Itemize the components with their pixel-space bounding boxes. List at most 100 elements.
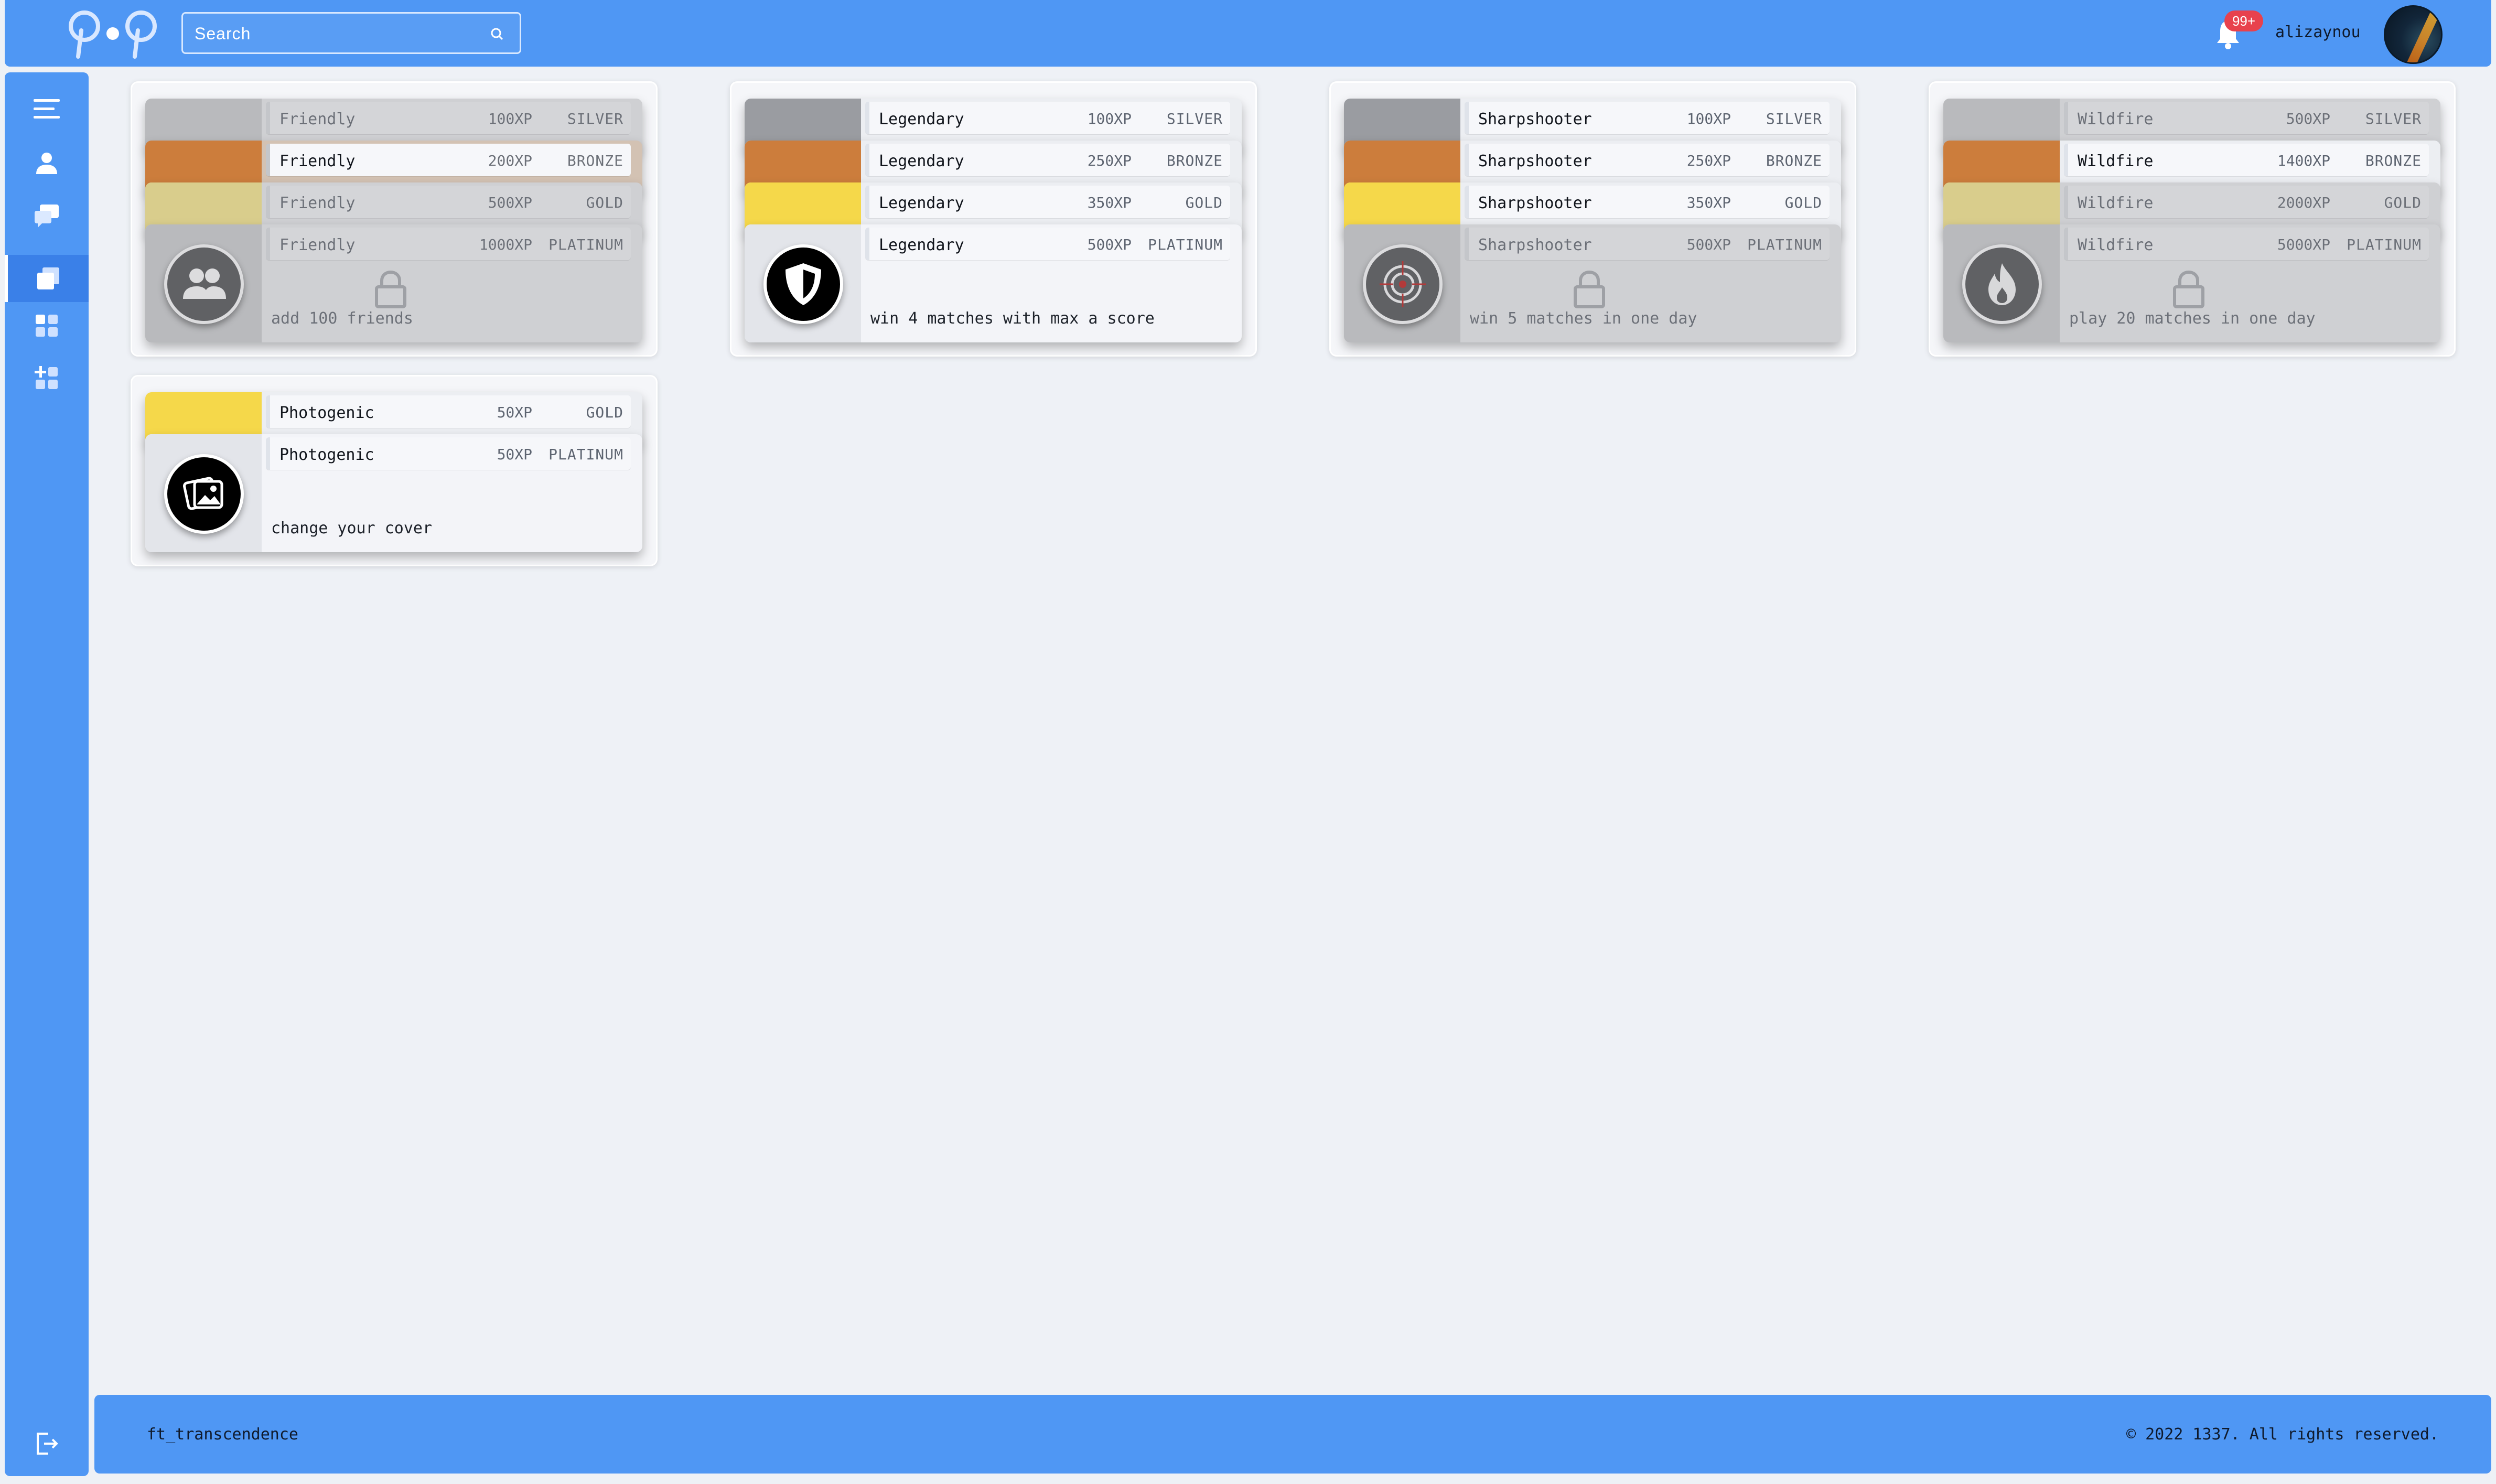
achievement-description: add 100 friends xyxy=(271,309,413,328)
achievement-header: Friendly 100XP SILVER xyxy=(266,102,631,134)
achievement-description: win 4 matches with max a score xyxy=(870,309,1155,328)
achievement-xp: 50XP xyxy=(497,446,532,463)
footer-project-name: ft_transcendence xyxy=(147,1425,298,1444)
achievement-tier: BRONZE xyxy=(567,152,623,169)
achievement-name: Legendary xyxy=(879,194,964,212)
achievement-name: Sharpshooter xyxy=(1478,236,1592,254)
achievement-xp: 100XP xyxy=(1087,110,1132,127)
sidebar-item-profile[interactable] xyxy=(5,139,89,187)
achievement-xp: 500XP xyxy=(1686,236,1731,253)
avatar[interactable] xyxy=(2384,5,2443,64)
sidebar-item-chat[interactable] xyxy=(5,192,89,239)
dashboard-icon[interactable] xyxy=(33,311,61,340)
achievement-name: Legendary xyxy=(879,110,964,128)
achievement-header: Legendary 100XP SILVER xyxy=(865,102,1230,134)
sidebar-item-dashboard[interactable] xyxy=(5,302,89,349)
achievement-emblem xyxy=(1363,244,1443,324)
achievement-tier: GOLD xyxy=(2384,194,2422,211)
achievement-xp: 100XP xyxy=(488,110,532,127)
achievement-card-sharpshooter-platinum[interactable]: Sharpshooter 500XP PLATINUM win 5 matche… xyxy=(1344,224,1841,342)
achievement-card-photogenic-platinum[interactable]: Photogenic 50XP PLATINUM change your cov… xyxy=(145,434,642,552)
sidebar-menu-toggle[interactable] xyxy=(5,85,89,133)
achievement-name: Wildfire xyxy=(2078,152,2154,170)
search-input[interactable]: Search xyxy=(195,24,251,44)
sidebar-item-achievements[interactable] xyxy=(5,255,89,302)
achievement-name: Photogenic xyxy=(279,404,374,422)
achievement-card-friendly-platinum[interactable]: Friendly 1000XP PLATINUM add 100 friends xyxy=(145,224,642,342)
achievement-tier: PLATINUM xyxy=(2347,236,2422,253)
profile-icon[interactable] xyxy=(33,149,61,177)
achievement-header: Friendly 200XP BRONZE xyxy=(266,144,631,176)
achievement-header: Legendary 500XP PLATINUM xyxy=(865,228,1230,260)
lock-icon xyxy=(1574,270,1605,308)
logout-icon[interactable] xyxy=(33,1429,61,1458)
achievement-name: Legendary xyxy=(879,152,964,170)
menu-icon[interactable] xyxy=(33,95,61,123)
images-icon xyxy=(183,477,223,510)
target-icon xyxy=(1380,261,1426,307)
achievement-emblem xyxy=(763,244,843,324)
achievement-card-legendary-platinum[interactable]: Legendary 500XP PLATINUM win 4 matches w… xyxy=(745,224,1242,342)
achievement-xp: 350XP xyxy=(1087,194,1132,211)
achievement-header: Sharpshooter 100XP SILVER xyxy=(1465,102,1830,134)
achievement-tier: GOLD xyxy=(1185,194,1223,211)
achievement-group-legendary: Legendary 100XP SILVER Legendary 250XP B… xyxy=(730,81,1257,357)
achievement-xp: 500XP xyxy=(488,194,532,211)
chat-icon[interactable] xyxy=(33,201,61,230)
achievement-tier: GOLD xyxy=(586,194,623,211)
achievement-name: Friendly xyxy=(279,236,356,254)
search-box[interactable]: Search xyxy=(181,12,521,54)
achievement-card-wildfire-platinum[interactable]: Wildfire 5000XP PLATINUM play 20 matches… xyxy=(1943,224,2440,342)
achievement-xp: 100XP xyxy=(1686,110,1731,127)
achievement-description: win 5 matches in one day xyxy=(1470,309,1697,328)
achievement-name: Wildfire xyxy=(2078,236,2154,254)
achievement-header: Wildfire 5000XP PLATINUM xyxy=(2064,228,2429,260)
achievement-xp: 2000XP xyxy=(2277,194,2330,211)
search-icon[interactable] xyxy=(488,25,507,44)
achievement-emblem xyxy=(164,244,244,324)
flame-icon xyxy=(1988,263,2016,305)
achievement-tier: PLATINUM xyxy=(1747,236,1822,253)
achievement-emblem xyxy=(1962,244,2042,324)
achievement-xp: 500XP xyxy=(2286,110,2330,127)
achievement-tier: GOLD xyxy=(1784,194,1822,211)
achievement-xp: 5000XP xyxy=(2277,236,2330,253)
achievement-tier: GOLD xyxy=(586,404,623,421)
achievement-header: Friendly 500XP GOLD xyxy=(266,186,631,218)
achievement-name: Friendly xyxy=(279,194,356,212)
footer-copyright: © 2022 1337. All rights reserved. xyxy=(2126,1425,2439,1444)
achievement-name: Wildfire xyxy=(2078,110,2154,128)
achievement-tier: BRONZE xyxy=(1166,152,1223,169)
achievement-header: Photogenic 50XP GOLD xyxy=(266,395,631,428)
lock-icon xyxy=(2173,270,2204,308)
achievement-header: Photogenic 50XP PLATINUM xyxy=(266,437,631,470)
add-widget-icon[interactable] xyxy=(33,364,61,392)
achievement-group-wildfire: Wildfire 500XP SILVER Wildfire 1400XP BR… xyxy=(1929,81,2456,357)
username[interactable]: alizaynou xyxy=(2275,23,2361,41)
achievement-emblem xyxy=(164,454,244,534)
achievement-name: Legendary xyxy=(879,236,964,254)
achievement-xp: 50XP xyxy=(497,404,532,421)
sidebar-item-add-widget[interactable] xyxy=(5,354,89,402)
achievement-description: change your cover xyxy=(271,519,433,537)
notification-badge: 99+ xyxy=(2224,10,2263,31)
achievements-icon[interactable] xyxy=(34,264,62,293)
achievement-tier: SILVER xyxy=(1166,110,1223,127)
achievement-name: Sharpshooter xyxy=(1478,152,1592,170)
achievement-name: Friendly xyxy=(279,152,356,170)
friends-icon xyxy=(183,268,226,299)
achievement-name: Sharpshooter xyxy=(1478,110,1592,128)
achievement-xp: 1000XP xyxy=(479,236,532,253)
achievement-name: Photogenic xyxy=(279,446,374,464)
achievement-tier: BRONZE xyxy=(2365,152,2422,169)
top-bar: Search 99+ alizaynou xyxy=(5,0,2491,67)
achievement-xp: 500XP xyxy=(1087,236,1132,253)
achievement-name: Sharpshooter xyxy=(1478,194,1592,212)
achievement-header: Wildfire 500XP SILVER xyxy=(2064,102,2429,134)
achievement-tier: BRONZE xyxy=(1766,152,1822,169)
app-logo[interactable] xyxy=(62,3,167,60)
achievement-header: Friendly 1000XP PLATINUM xyxy=(266,228,631,260)
achievement-header: Sharpshooter 250XP BRONZE xyxy=(1465,144,1830,176)
lock-icon xyxy=(375,270,406,308)
sidebar-item-logout[interactable] xyxy=(5,1420,89,1467)
